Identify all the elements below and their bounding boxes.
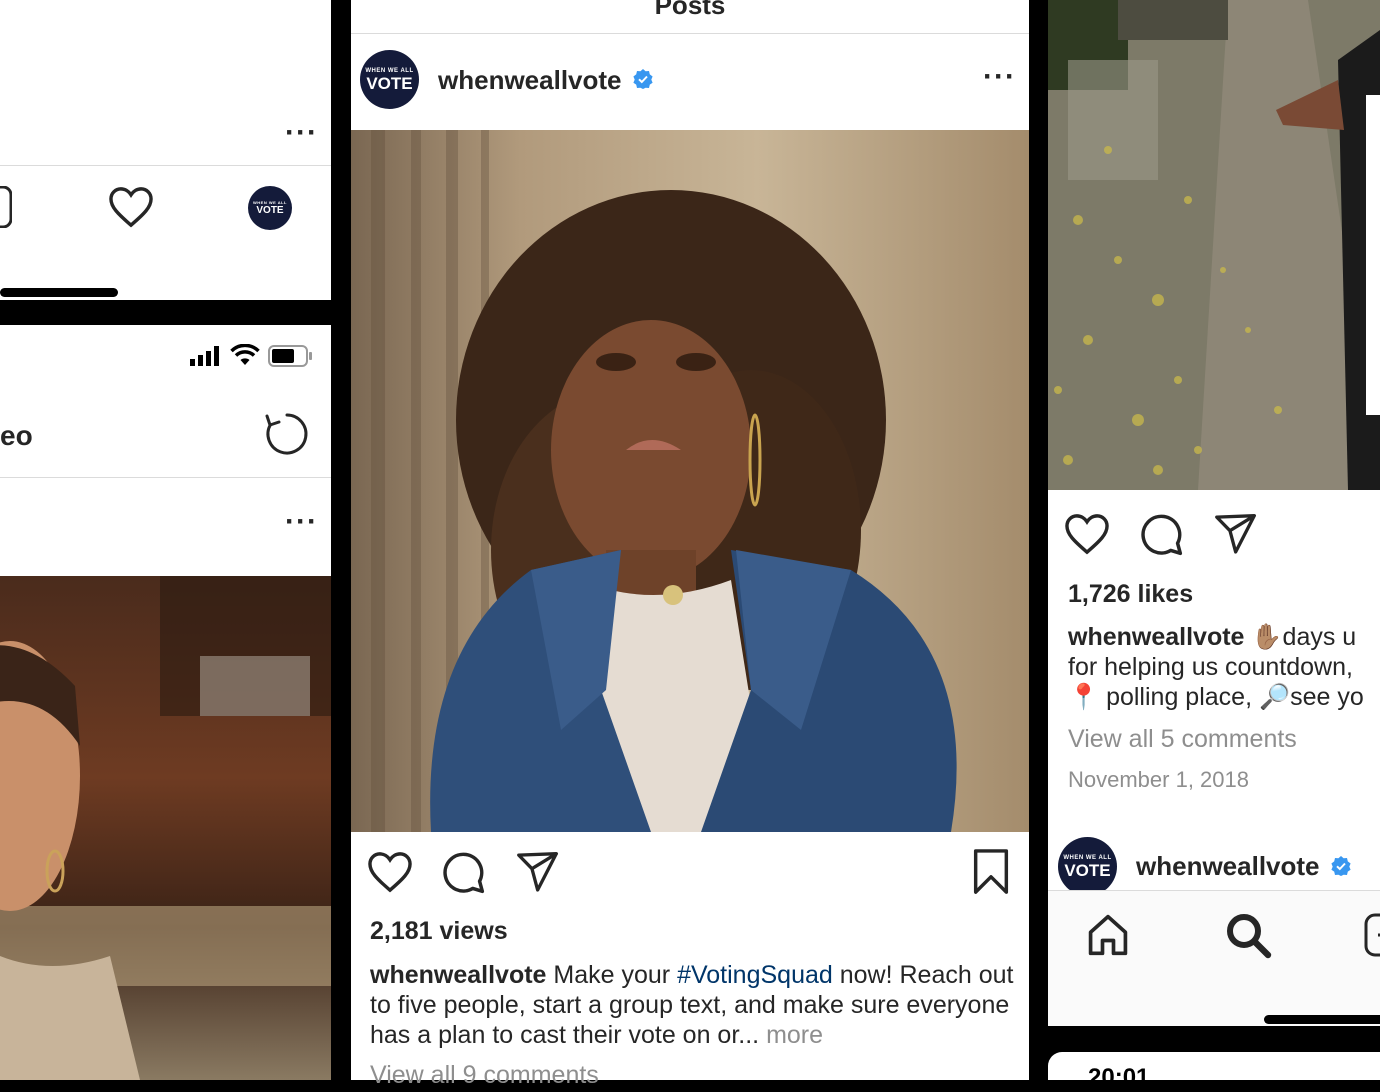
header-title: eo: [0, 420, 33, 451]
bottom-nav: [1048, 890, 1380, 1026]
status-time: 20:01: [1088, 1064, 1150, 1091]
center-screen: Posts WHEN WE ALL VOTE whenweallvote ···: [351, 0, 1029, 1089]
more-options-icon[interactable]: ···: [983, 62, 1016, 92]
next-screen-status-bar: 20:01: [1048, 1052, 1380, 1091]
verified-badge-icon: [633, 69, 653, 89]
like-heart-icon[interactable]: [1064, 513, 1110, 555]
post-caption: whenweallvote Make your #VotingSquad now…: [370, 960, 1020, 1050]
left-top-screen: ··· WHEN WE ALL VOTE: [0, 0, 331, 300]
heart-icon[interactable]: [108, 186, 154, 228]
caption-line-2: for helping us countdown,: [1068, 653, 1353, 681]
caption-line-3: 📍 polling place, 🔎see yo: [1068, 683, 1364, 711]
like-heart-icon[interactable]: [367, 851, 413, 893]
save-bookmark-icon[interactable]: [971, 849, 1011, 895]
divider: [0, 477, 331, 478]
right-screen: 1,726 likes whenweallvote ✋🏽days u for h…: [1048, 0, 1380, 1026]
share-icon[interactable]: [516, 851, 560, 893]
comment-icon[interactable]: [1140, 513, 1184, 557]
post-caption: whenweallvote ✋🏽days u for helping us co…: [1068, 622, 1380, 712]
caption-username[interactable]: whenweallvote: [370, 961, 546, 989]
post-photo[interactable]: [1048, 0, 1380, 490]
share-icon[interactable]: [1214, 513, 1258, 555]
refresh-icon[interactable]: [264, 411, 310, 457]
more-link[interactable]: more: [766, 1021, 823, 1049]
view-comments-link[interactable]: View all 5 comments: [1068, 725, 1297, 754]
likes-count[interactable]: 1,726 likes: [1068, 580, 1193, 609]
post-username[interactable]: whenweallvote: [438, 65, 622, 96]
caption-text-pre: Make your: [553, 961, 671, 989]
signal-icon: [190, 346, 222, 366]
post-video-thumbnail[interactable]: [0, 576, 331, 1080]
view-comments-link[interactable]: View all 9 comments: [370, 1061, 599, 1090]
post-video[interactable]: [351, 130, 1029, 832]
home-icon[interactable]: [1086, 913, 1130, 957]
post-avatar[interactable]: WHEN WE ALL VOTE: [360, 50, 419, 109]
divider: [0, 165, 331, 166]
comment-icon[interactable]: [442, 851, 486, 895]
search-icon[interactable]: [1224, 911, 1272, 959]
more-options-icon[interactable]: ···: [285, 118, 318, 148]
post-avatar[interactable]: WHEN WE ALL VOTE: [1058, 837, 1117, 896]
views-count[interactable]: 2,181 views: [370, 917, 508, 946]
battery-icon: [268, 345, 314, 367]
home-indicator: [1264, 1015, 1380, 1024]
more-options-icon[interactable]: ···: [285, 507, 318, 537]
verified-badge-icon: [1331, 856, 1351, 876]
page-title: Posts: [654, 0, 726, 20]
caption-line-1: ✋🏽days u: [1251, 623, 1357, 651]
left-bottom-screen: eo ···: [0, 325, 331, 1080]
caption-username[interactable]: whenweallvote: [1068, 623, 1244, 651]
caption-hashtag[interactable]: #VotingSquad: [677, 961, 833, 989]
home-indicator: [0, 288, 118, 297]
divider: [351, 33, 1029, 34]
add-post-icon[interactable]: [1364, 913, 1380, 957]
profile-tab-avatar[interactable]: WHEN WE ALL VOTE: [248, 186, 292, 230]
post-username[interactable]: whenweallvote: [1136, 851, 1320, 882]
post-date: November 1, 2018: [1068, 767, 1249, 792]
wifi-icon: [230, 344, 260, 366]
add-post-icon[interactable]: [0, 186, 12, 228]
